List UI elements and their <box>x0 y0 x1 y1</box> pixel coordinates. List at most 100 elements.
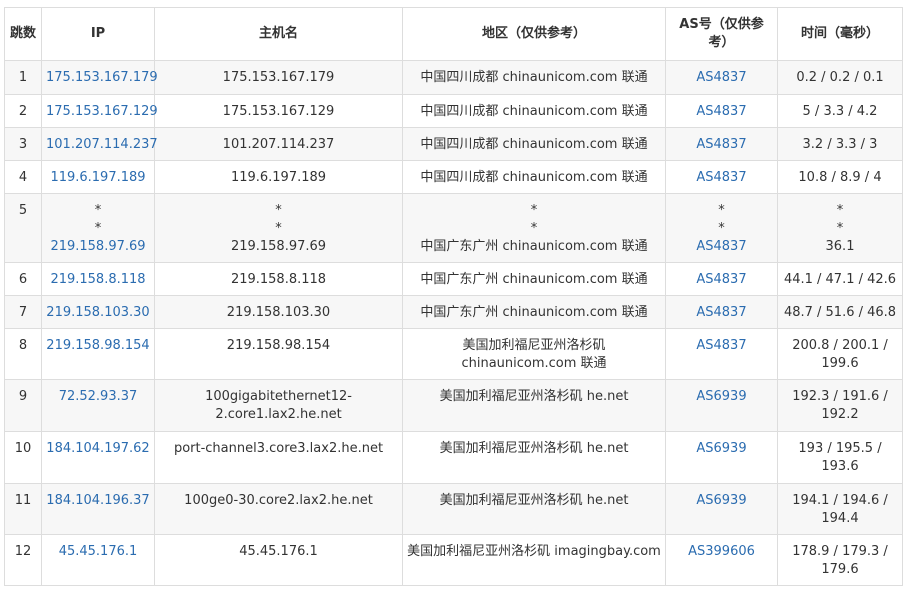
region-cell: 中国四川成都 chinaunicom.com 联通 <box>402 160 666 194</box>
time-cell: 44.1 / 47.1 / 42.6 <box>777 262 903 296</box>
as-link[interactable]: AS4837 <box>696 305 746 320</box>
hop-cell: 11 <box>4 483 42 535</box>
ip-cell: 219.158.8.118 <box>41 262 155 296</box>
hostname-cell: 119.6.197.189 <box>154 160 403 194</box>
ip-link[interactable]: 184.104.196.37 <box>46 493 149 508</box>
hostname-cell: 219.158.103.30 <box>154 295 403 329</box>
as-cell: AS4837 <box>665 60 778 95</box>
hostname-cell: 219.158.8.118 <box>154 262 403 296</box>
hostname-cell: 175.153.167.129 <box>154 94 403 128</box>
hop-cell: 8 <box>4 328 42 380</box>
table-row: 5 * * 219.158.97.69 * * 219.158.97.69 * … <box>4 193 903 263</box>
header-hop: 跳数 <box>4 7 42 61</box>
hop-cell: 6 <box>4 262 42 296</box>
ip-link[interactable]: 175.153.167.179 <box>46 70 158 85</box>
as-cell: AS399606 <box>665 534 778 586</box>
time-cell: 0.2 / 0.2 / 0.1 <box>777 60 903 95</box>
hop-cell: 4 <box>4 160 42 194</box>
region-cell: 中国广东广州 chinaunicom.com 联通 <box>402 262 666 296</box>
time-cell: 5 / 3.3 / 4.2 <box>777 94 903 128</box>
as-cell: AS4837 <box>665 94 778 128</box>
ip-link[interactable]: 101.207.114.237 <box>46 137 158 152</box>
ip-link[interactable]: 45.45.176.1 <box>59 544 138 559</box>
hop-cell: 5 <box>4 193 42 263</box>
as-cell: AS4837 <box>665 160 778 194</box>
ip-link[interactable]: 219.158.98.154 <box>46 338 149 353</box>
as-link[interactable]: AS4837 <box>696 272 746 287</box>
table-row: 4 119.6.197.189 119.6.197.189 中国四川成都 chi… <box>4 160 903 194</box>
as-cell: AS4837 <box>665 295 778 329</box>
time-cell: 192.3 / 191.6 / 192.2 <box>777 379 903 432</box>
time-cell: 178.9 / 179.3 / 179.6 <box>777 534 903 586</box>
ip-link[interactable]: 219.158.97.69 <box>46 238 150 256</box>
ip-cell: 175.153.167.129 <box>41 94 158 128</box>
ip-link[interactable]: 175.153.167.129 <box>46 104 158 119</box>
ip-cell: 184.104.196.37 <box>41 483 155 535</box>
header-hostname: 主机名 <box>154 7 403 61</box>
table-row: 6 219.158.8.118 219.158.8.118 中国广东广州 chi… <box>4 262 903 296</box>
region-cell: 中国四川成都 chinaunicom.com 联通 <box>402 94 666 128</box>
region-cell: * * 中国广东广州 chinaunicom.com 联通 <box>402 193 666 263</box>
as-cell: AS6939 <box>665 431 778 484</box>
hostname-line: * <box>275 221 282 236</box>
ip-link[interactable]: 119.6.197.189 <box>50 170 145 185</box>
as-link[interactable]: AS6939 <box>696 389 746 404</box>
as-link[interactable]: AS4837 <box>696 137 746 152</box>
as-line: * <box>718 221 725 236</box>
ip-link[interactable]: 219.158.103.30 <box>46 305 149 320</box>
as-link[interactable]: AS4837 <box>696 70 746 85</box>
as-link[interactable]: AS4837 <box>696 104 746 119</box>
ip-line: * <box>94 203 102 218</box>
as-link[interactable]: AS6939 <box>696 493 746 508</box>
region-line: 中国广东广州 chinaunicom.com 联通 <box>420 239 648 254</box>
as-cell: AS6939 <box>665 483 778 535</box>
hop-cell: 3 <box>4 127 42 161</box>
table-row: 3 101.207.114.237 101.207.114.237 中国四川成都… <box>4 127 903 161</box>
time-line: * <box>836 203 844 218</box>
ip-cell: 184.104.197.62 <box>41 431 155 484</box>
table-row: 1 175.153.167.179 175.153.167.179 中国四川成都… <box>4 60 903 95</box>
table-row: 8 219.158.98.154 219.158.98.154 美国加利福尼亚州… <box>4 328 903 380</box>
header-time: 时间（毫秒） <box>777 7 903 61</box>
ip-cell: * * 219.158.97.69 <box>41 193 155 263</box>
ip-cell: 219.158.98.154 <box>41 328 155 380</box>
hostname-cell: 101.207.114.237 <box>154 127 403 161</box>
as-link[interactable]: AS6939 <box>696 441 746 456</box>
time-cell: 10.8 / 8.9 / 4 <box>777 160 903 194</box>
as-link[interactable]: AS4837 <box>696 170 746 185</box>
ip-link[interactable]: 219.158.8.118 <box>50 272 145 287</box>
region-cell: 美国加利福尼亚州洛杉矶 imagingbay.com <box>402 534 666 586</box>
as-link[interactable]: AS4837 <box>696 338 746 353</box>
ip-line: * <box>94 221 102 236</box>
hop-cell: 10 <box>4 431 42 484</box>
ip-cell: 219.158.103.30 <box>41 295 155 329</box>
ip-cell: 45.45.176.1 <box>41 534 155 586</box>
ip-link[interactable]: 72.52.93.37 <box>59 389 138 404</box>
table-row: 7 219.158.103.30 219.158.103.30 中国广东广州 c… <box>4 295 903 329</box>
as-link[interactable]: AS399606 <box>688 544 755 559</box>
region-cell: 美国加利福尼亚州洛杉矶 he.net <box>402 431 666 484</box>
as-line: * <box>718 203 725 218</box>
as-cell: AS6939 <box>665 379 778 432</box>
time-cell: 3.2 / 3.3 / 3 <box>777 127 903 161</box>
ip-link[interactable]: 184.104.197.62 <box>46 441 149 456</box>
region-cell: 美国加利福尼亚州洛杉矶 he.net <box>402 379 666 432</box>
time-line: * <box>836 221 844 236</box>
hostname-cell: 219.158.98.154 <box>154 328 403 380</box>
hostname-cell: 100ge0-30.core2.lax2.he.net <box>154 483 403 535</box>
as-cell: AS4837 <box>665 328 778 380</box>
region-line: * <box>530 221 538 236</box>
ip-cell: 119.6.197.189 <box>41 160 155 194</box>
time-cell: 194.1 / 194.6 / 194.4 <box>777 483 903 535</box>
time-cell: 48.7 / 51.6 / 46.8 <box>777 295 903 329</box>
hostname-cell: * * 219.158.97.69 <box>154 193 403 263</box>
region-cell: 中国四川成都 chinaunicom.com 联通 <box>402 127 666 161</box>
as-link[interactable]: AS4837 <box>670 238 773 256</box>
table-row: 11 184.104.196.37 100ge0-30.core2.lax2.h… <box>4 483 903 535</box>
header-as-number: AS号（仅供参考） <box>665 7 778 61</box>
region-cell: 中国四川成都 chinaunicom.com 联通 <box>402 60 666 95</box>
as-cell: * * AS4837 <box>665 193 778 263</box>
hop-cell: 9 <box>4 379 42 432</box>
hostname-cell: 45.45.176.1 <box>154 534 403 586</box>
table-header-row: 跳数 IP 主机名 地区（仅供参考） AS号（仅供参考） 时间（毫秒） <box>4 7 903 61</box>
